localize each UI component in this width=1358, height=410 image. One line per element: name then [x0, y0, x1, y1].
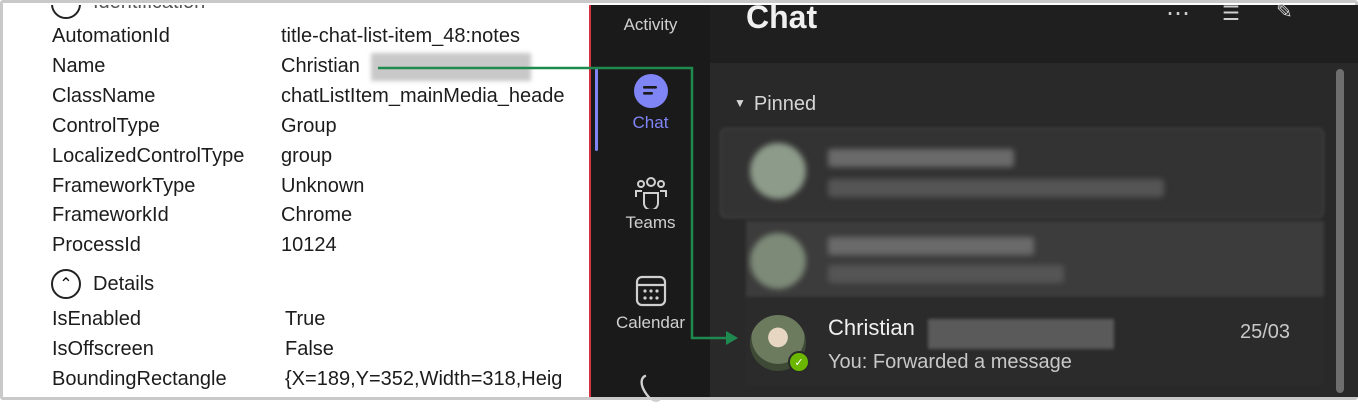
- connector-arrow: [378, 66, 738, 345]
